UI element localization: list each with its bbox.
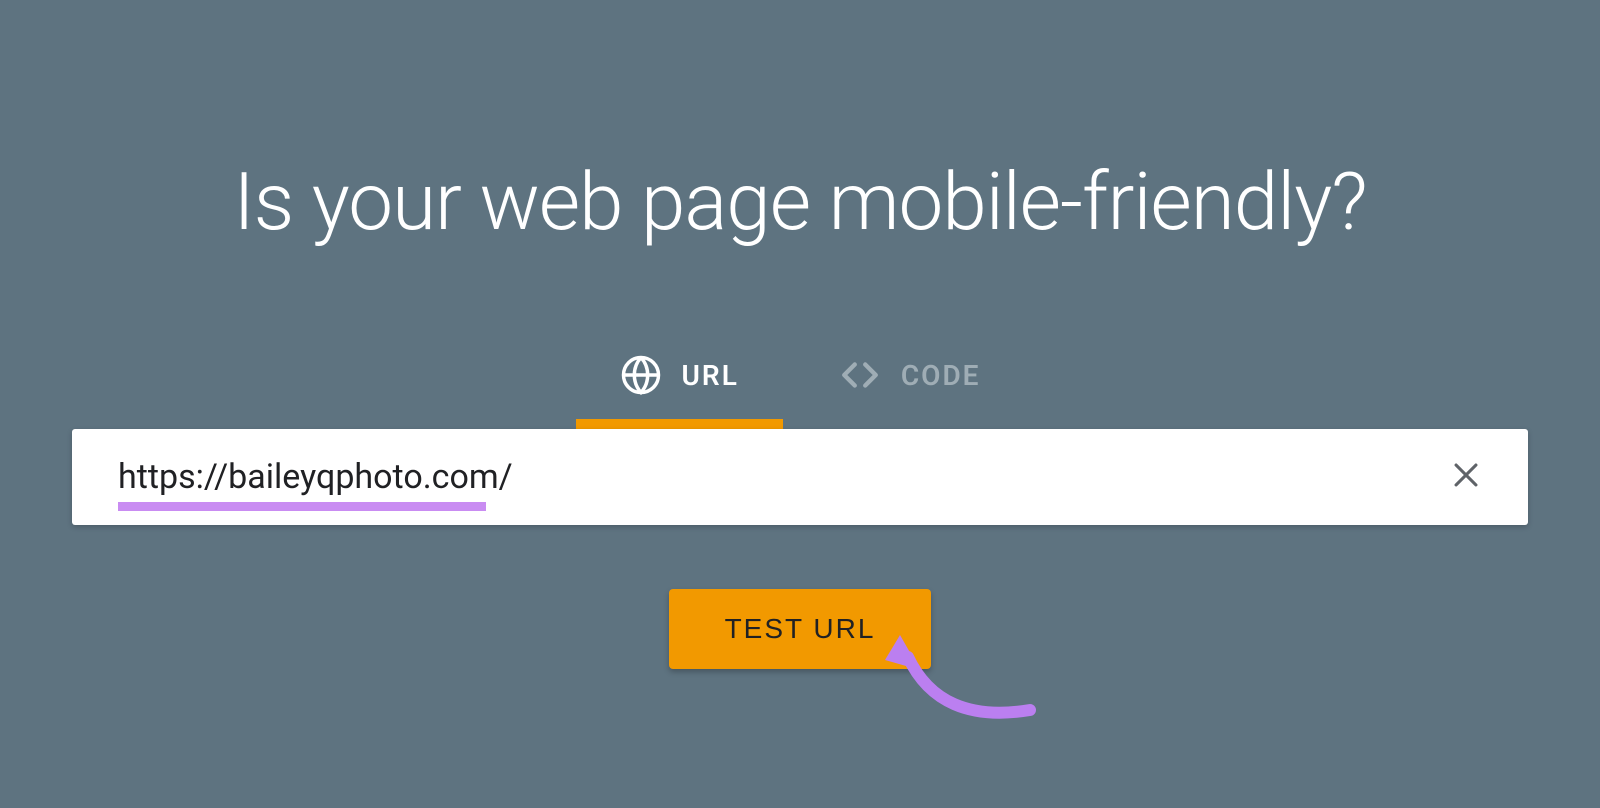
url-input[interactable] <box>118 457 1446 497</box>
input-type-tabs: URL CODE <box>620 354 981 424</box>
clear-input-button[interactable] <box>1446 457 1486 497</box>
tab-code[interactable]: CODE <box>839 354 981 424</box>
globe-icon <box>620 354 662 396</box>
tab-code-label: CODE <box>901 359 981 392</box>
tab-url-label: URL <box>682 359 739 392</box>
tab-url[interactable]: URL <box>620 354 739 424</box>
annotation-highlight <box>118 502 486 511</box>
page-title: Is your web page mobile-friendly? <box>233 155 1366 249</box>
test-url-button[interactable]: TEST URL <box>669 589 932 669</box>
url-input-container <box>72 429 1528 525</box>
close-icon <box>1449 458 1483 496</box>
code-icon <box>839 354 881 396</box>
